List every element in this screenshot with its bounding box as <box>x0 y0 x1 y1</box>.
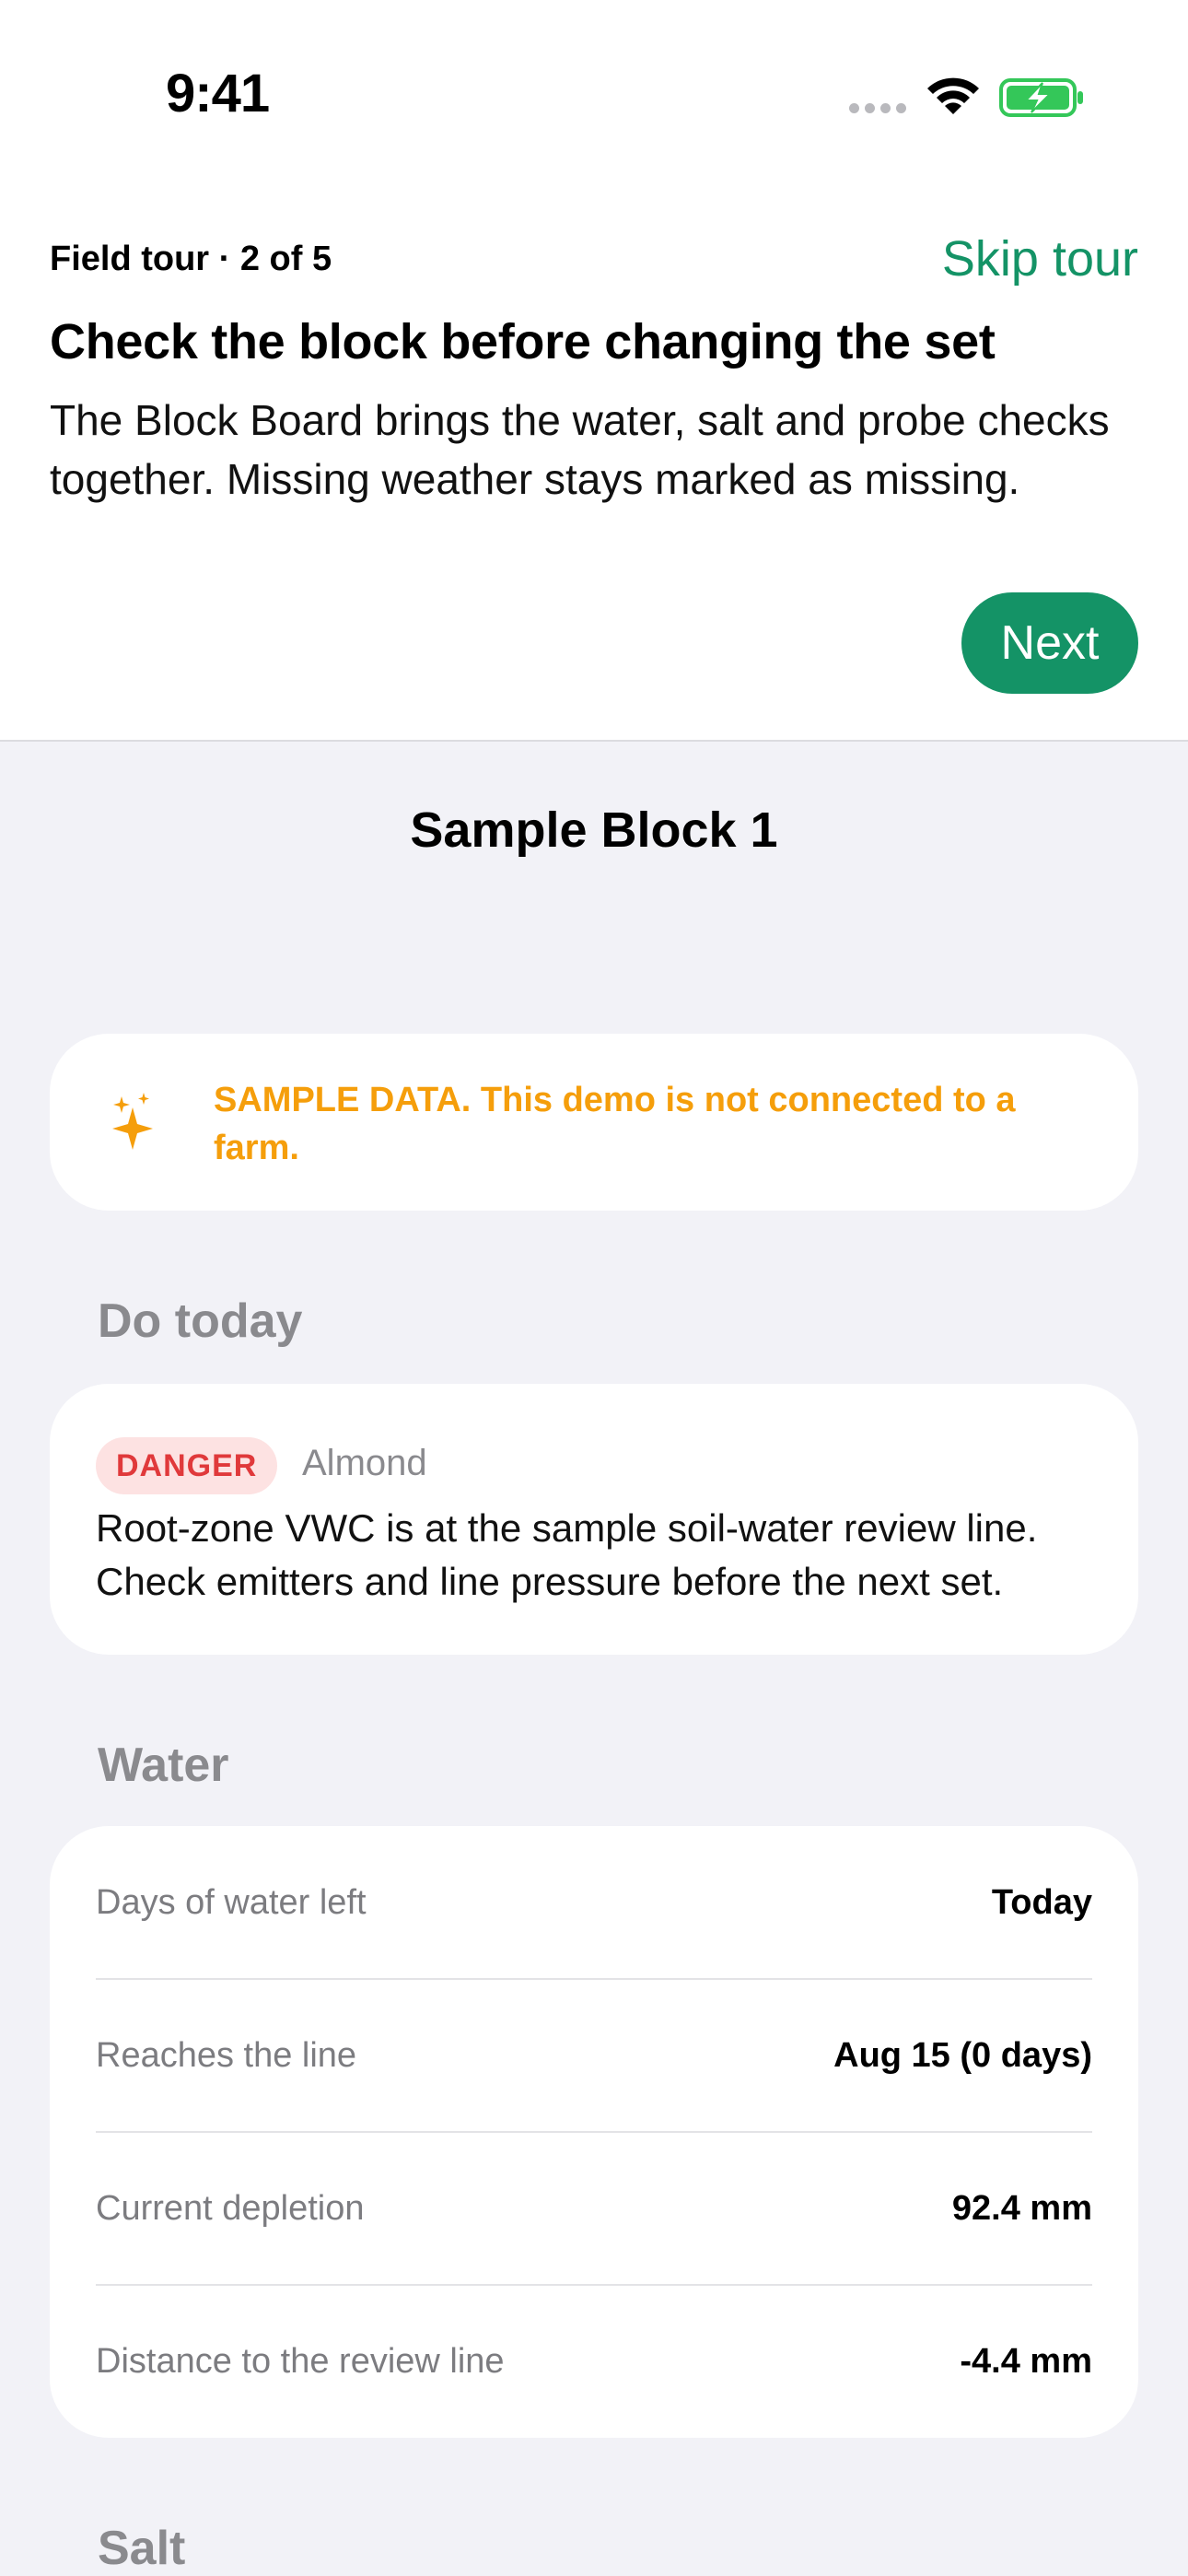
water-card: Days of water left Today Reaches the lin… <box>50 1826 1138 2438</box>
row-label: Days of water left <box>96 1882 367 1922</box>
status-bar: 9:41 <box>0 0 1188 193</box>
water-row-current-depletion: Current depletion 92.4 mm <box>96 2132 1092 2285</box>
row-value: -4.4 mm <box>960 2341 1092 2381</box>
alert-card[interactable]: DANGER Almond Root-zone VWC is at the sa… <box>50 1384 1138 1655</box>
section-header-do-today: Do today <box>98 1294 303 1348</box>
alert-message: Root-zone VWC is at the sample soil-wate… <box>96 1506 1038 1603</box>
next-button[interactable]: Next <box>961 592 1138 694</box>
crop-label: Almond <box>302 1443 427 1483</box>
wifi-icon <box>927 77 979 114</box>
section-header-salt: Salt <box>98 2522 186 2575</box>
cellular-signal-icon <box>849 103 906 113</box>
section-header-water: Water <box>98 1739 229 1792</box>
water-row-reaches-line: Reaches the line Aug 15 (0 days) <box>96 1979 1092 2132</box>
tour-body: The Block Board brings the water, salt a… <box>50 396 1110 503</box>
status-time: 9:41 <box>166 64 270 123</box>
row-label: Current depletion <box>96 2188 365 2228</box>
skip-tour-button[interactable]: Skip tour <box>942 230 1138 287</box>
sparkle-icon <box>112 1093 153 1150</box>
tour-title: Check the block before changing the set <box>50 314 996 369</box>
row-label: Distance to the review line <box>96 2341 505 2381</box>
sample-data-banner: SAMPLE DATA. This demo is not connected … <box>50 1034 1138 1211</box>
tour-step-indicator: Field tour · 2 of 5 <box>50 240 332 278</box>
row-value: Aug 15 (0 days) <box>833 2035 1092 2075</box>
page-title: Sample Block 1 <box>410 802 778 858</box>
row-value: 92.4 mm <box>951 2188 1092 2228</box>
danger-badge: DANGER <box>96 1437 278 1494</box>
battery-charging-icon <box>999 78 1083 117</box>
water-row-distance-review-line: Distance to the review line -4.4 mm <box>96 2285 1092 2438</box>
row-value: Today <box>991 1882 1092 1922</box>
sample-data-text: SAMPLE DATA. This demo is not connected … <box>214 1081 1016 1167</box>
tour-panel: Field tour · 2 of 5 Skip tour Check the … <box>0 193 1188 742</box>
row-label: Reaches the line <box>96 2035 357 2075</box>
water-row-days-left: Days of water left Today <box>96 1826 1092 1979</box>
